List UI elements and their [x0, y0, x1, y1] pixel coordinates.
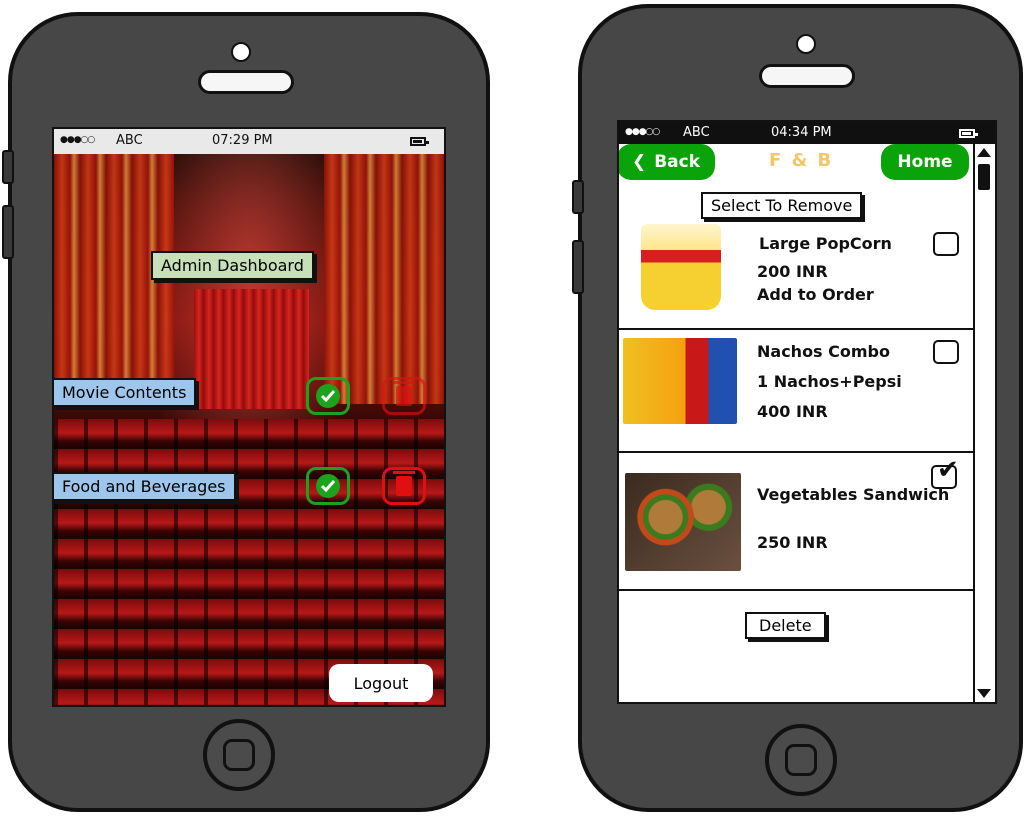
curtain-right: [324, 154, 444, 404]
battery-icon: [959, 129, 978, 138]
speaker-left: [198, 70, 294, 94]
back-button[interactable]: ❮ Back: [619, 144, 715, 180]
scroll-thumb[interactable]: [978, 164, 990, 190]
nachos-combo-image: [623, 338, 737, 424]
clock-label: 07:29 PM: [212, 133, 273, 148]
chevron-left-icon: ❮: [631, 152, 647, 172]
item-price: 400 INR: [757, 402, 828, 421]
home-button-right[interactable]: [765, 724, 837, 796]
volume-button-right-2: [572, 240, 584, 294]
delete-movie-button[interactable]: [382, 377, 426, 415]
admin-screen: ●●●○○ ABC 07:29 PM Admin Dashboard Movie…: [52, 127, 446, 707]
item-name: Nachos Combo: [757, 342, 890, 361]
sandwich-image: [625, 473, 741, 571]
page-title: F & B: [769, 150, 834, 171]
logout-button[interactable]: Logout: [329, 664, 433, 702]
signal-icon: ●●●○○: [625, 127, 660, 137]
popcorn-image: [641, 224, 721, 310]
home-button[interactable]: Home: [881, 144, 969, 180]
food-beverages-button[interactable]: Food and Beverages: [54, 472, 236, 501]
trash-icon: [393, 381, 415, 406]
signal-icon: ●●●○○: [60, 135, 95, 145]
front-camera-left: [231, 42, 251, 62]
checkmark-icon: ✔: [937, 455, 959, 485]
status-bar: ●●●○○ ABC 04:34 PM: [619, 122, 995, 144]
remove-checkbox[interactable]: [933, 232, 959, 256]
remove-checkbox-checked[interactable]: ✔: [931, 457, 959, 489]
scroll-up-icon[interactable]: [977, 148, 991, 157]
volume-button-left-2: [2, 205, 14, 259]
item-name: Large PopCorn: [759, 234, 892, 253]
clock-label: 04:34 PM: [771, 125, 832, 140]
list-item: Vegetables Sandwich 250 INR ✔: [619, 453, 975, 591]
carrier-label: ABC: [116, 133, 143, 148]
movie-contents-button[interactable]: Movie Contents: [54, 378, 197, 407]
fnb-screen: ●●●○○ ABC 04:34 PM ❮ Back F & B Home Sel…: [617, 120, 997, 704]
check-circle-icon: [316, 384, 340, 408]
delete-button[interactable]: Delete: [745, 612, 826, 639]
item-description: 1 Nachos+Pepsi: [757, 372, 902, 391]
add-to-order-link[interactable]: Add to Order: [757, 283, 874, 307]
back-label: Back: [654, 152, 701, 172]
item-price: 250 INR: [757, 533, 828, 552]
item-name: Vegetables Sandwich: [757, 485, 950, 504]
approve-food-button[interactable]: [306, 467, 350, 505]
trash-icon: [393, 471, 415, 496]
select-to-remove-label: Select To Remove: [701, 192, 863, 219]
list-item: Large PopCorn 200 INR Add to Order: [619, 220, 975, 330]
delete-food-button[interactable]: [382, 467, 426, 505]
check-circle-icon: [316, 474, 340, 498]
approve-movie-button[interactable]: [306, 377, 350, 415]
battery-icon: [410, 137, 429, 146]
volume-button-right: [572, 180, 584, 214]
remove-checkbox[interactable]: [933, 340, 959, 364]
volume-button-left: [2, 150, 14, 184]
nav-bar: ❮ Back F & B Home: [619, 144, 995, 184]
status-bar: ●●●○○ ABC 07:29 PM: [54, 129, 444, 154]
admin-dashboard-title: Admin Dashboard: [151, 251, 314, 280]
home-button-left[interactable]: [203, 719, 275, 791]
scroll-down-icon[interactable]: [977, 689, 991, 698]
speaker-right: [759, 64, 855, 88]
front-camera-right: [796, 34, 816, 54]
stage-curtain: [194, 289, 309, 409]
list-item: Nachos Combo 1 Nachos+Pepsi 400 INR: [619, 330, 975, 453]
item-price: 200 INR: [757, 262, 828, 281]
scrollbar[interactable]: [973, 144, 995, 702]
carrier-label: ABC: [683, 125, 710, 140]
